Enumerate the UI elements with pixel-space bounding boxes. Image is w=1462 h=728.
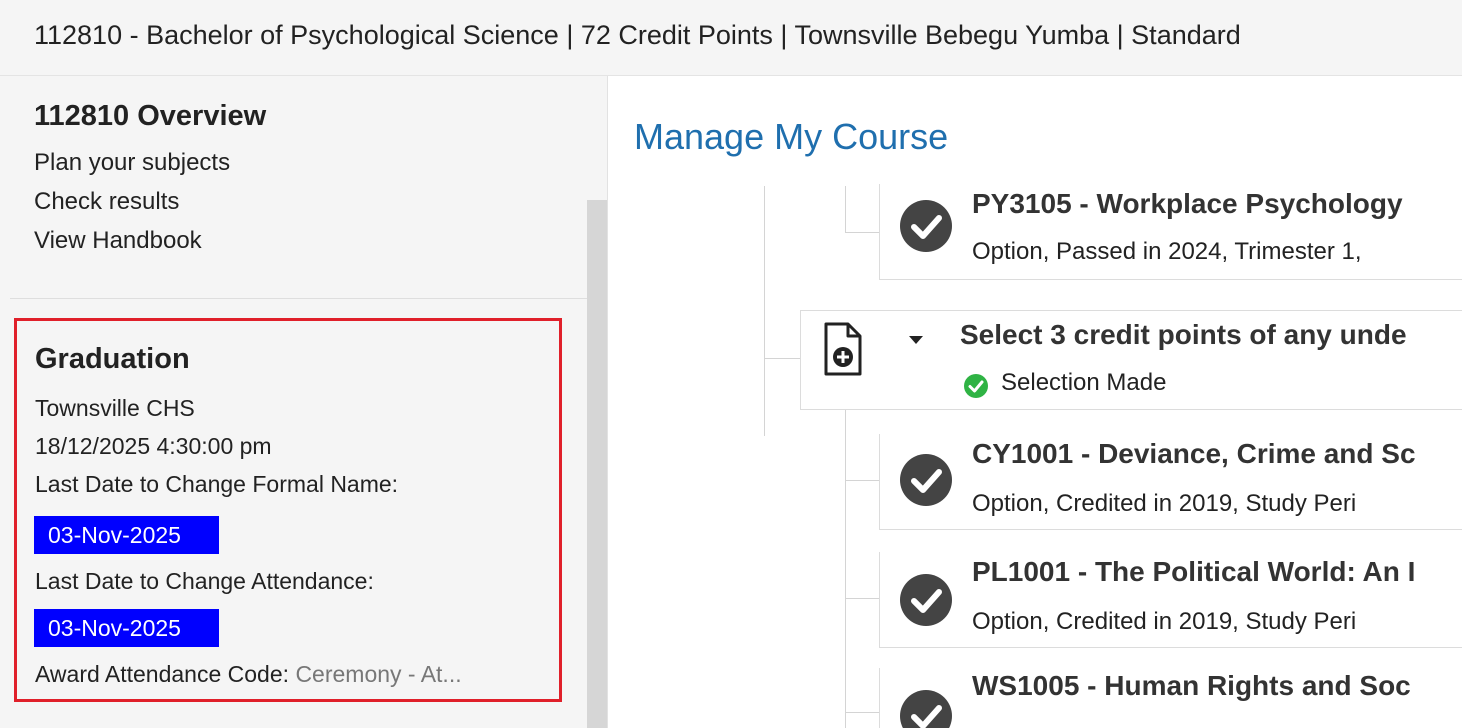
overview-title: 112810 Overview xyxy=(34,100,267,132)
tree-connector xyxy=(845,598,879,599)
award-code-value[interactable]: Ceremony - At... xyxy=(295,661,461,687)
subject-card[interactable]: PL1001 - The Political World: An I Optio… xyxy=(879,552,1462,648)
tree-connector xyxy=(845,410,846,728)
tree-connector xyxy=(764,186,765,436)
sidebar: 112810 Overview Plan your subjects Check… xyxy=(0,76,608,728)
graduation-datetime: 18/12/2025 4:30:00 pm xyxy=(35,433,272,459)
check-circle-icon xyxy=(900,200,952,252)
subject-title[interactable]: PL1001 - The Political World: An I xyxy=(972,556,1415,588)
subject-card[interactable]: PY3105 - Workplace Psychology Option, Pa… xyxy=(879,184,1462,280)
award-code-label: Award Attendance Code: xyxy=(35,661,290,687)
selection-group-title[interactable]: Select 3 credit points of any unde xyxy=(960,319,1407,351)
check-circle-icon xyxy=(900,574,952,626)
subject-card[interactable]: WS1005 - Human Rights and Soc xyxy=(879,668,1462,728)
selection-status: Selection Made xyxy=(1001,369,1167,396)
subject-status: Option, Passed in 2024, Trimester 1, xyxy=(972,238,1362,265)
subject-title[interactable]: PY3105 - Workplace Psychology xyxy=(972,188,1403,220)
selection-group-card[interactable]: Select 3 credit points of any unde Selec… xyxy=(800,310,1462,410)
tree-connector xyxy=(845,186,846,232)
attendance-date-badge: 03-Nov-2025 xyxy=(34,609,219,647)
tree-connector xyxy=(845,232,879,233)
check-circle-icon xyxy=(900,690,952,728)
subject-status: Option, Credited in 2019, Study Peri xyxy=(972,490,1357,517)
graduation-title: Graduation xyxy=(35,343,190,375)
subject-title[interactable]: WS1005 - Human Rights and Soc xyxy=(972,670,1411,702)
subject-status: Option, Credited in 2019, Study Peri xyxy=(972,608,1357,635)
formal-name-date-badge: 03-Nov-2025 xyxy=(34,516,219,554)
caret-down-icon[interactable] xyxy=(908,335,924,345)
tree-connector xyxy=(764,358,800,359)
formal-name-label: Last Date to Change Formal Name: xyxy=(35,471,399,497)
sidebar-divider xyxy=(10,298,590,299)
sidebar-scrollbar[interactable] xyxy=(587,200,607,728)
course-header-text: 112810 - Bachelor of Psychological Scien… xyxy=(34,20,1241,50)
tree-connector xyxy=(845,712,879,713)
graduation-location: Townsville CHS xyxy=(35,395,195,421)
attendance-label: Last Date to Change Attendance: xyxy=(35,568,374,594)
view-handbook-link[interactable]: View Handbook xyxy=(34,227,202,255)
tree-connector xyxy=(845,480,879,481)
green-check-icon xyxy=(964,374,988,398)
subject-card[interactable]: CY1001 - Deviance, Crime and Sc Option, … xyxy=(879,434,1462,530)
course-header-bar: 112810 - Bachelor of Psychological Scien… xyxy=(0,0,1462,76)
plan-subjects-link[interactable]: Plan your subjects xyxy=(34,149,230,177)
check-results-link[interactable]: Check results xyxy=(34,188,179,216)
subject-title[interactable]: CY1001 - Deviance, Crime and Sc xyxy=(972,438,1416,470)
document-add-icon[interactable] xyxy=(823,321,863,377)
page-title: Manage My Course xyxy=(634,116,949,157)
main-content: Manage My Course PY3105 - Workplace Psyc… xyxy=(609,76,1462,728)
check-circle-icon xyxy=(900,454,952,506)
graduation-panel: Graduation Townsville CHS 18/12/2025 4:3… xyxy=(14,318,562,702)
award-attendance-code: Award Attendance Code: Ceremony - At... xyxy=(35,661,462,688)
